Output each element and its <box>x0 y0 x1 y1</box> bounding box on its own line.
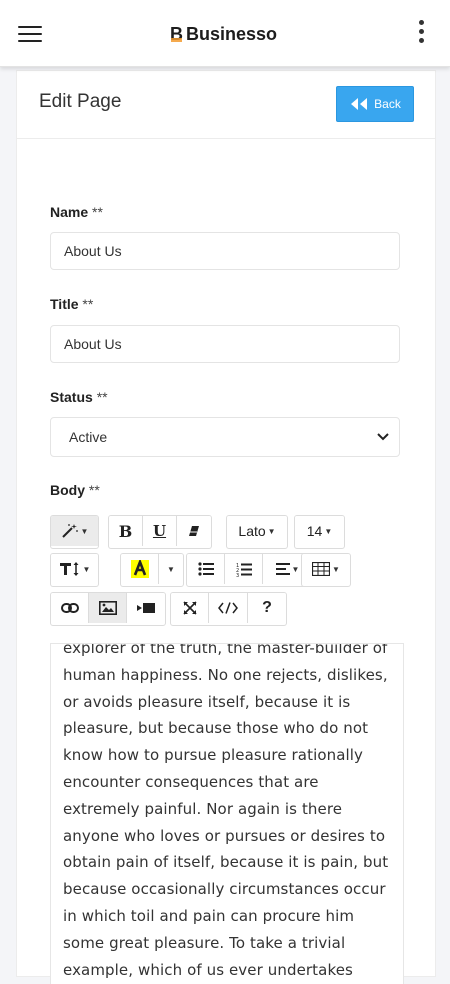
toolbar-format-group: B U <box>108 515 212 549</box>
double-chevron-left-icon <box>351 98 368 110</box>
insert-image-button[interactable] <box>89 593 127 623</box>
toolbar-style-group: ▼ <box>50 515 99 549</box>
bold-button[interactable]: B <box>109 516 143 546</box>
underline-button[interactable]: U <box>143 516 177 546</box>
top-navbar: B Businesso <box>0 0 450 67</box>
kebab-icon[interactable] <box>417 20 425 44</box>
toolbar-font-family-group: Lato ▼ <box>226 515 288 549</box>
body-label: Body ** <box>50 482 100 498</box>
link-icon <box>60 603 79 613</box>
insert-link-button[interactable] <box>51 593 89 623</box>
magic-wand-button[interactable]: ▼ <box>51 516 98 546</box>
code-icon <box>218 602 238 614</box>
text-height-button[interactable]: ▼ <box>51 554 98 584</box>
hamburger-icon[interactable] <box>18 24 42 44</box>
toolbar-view-group: ? <box>170 592 287 626</box>
status-label: Status ** <box>50 389 108 405</box>
card-header: Edit Page Back <box>17 71 435 139</box>
code-view-button[interactable] <box>209 593 248 623</box>
title-input-value: About Us <box>64 336 122 352</box>
title-input[interactable]: About Us <box>50 325 400 363</box>
status-select-value: Active <box>69 429 108 445</box>
edit-page-card: Edit Page Back Name ** About Us Title **… <box>16 70 436 984</box>
toolbar-insert-group <box>50 592 166 626</box>
font-size-value: 14 <box>306 523 323 539</box>
back-button-label: Back <box>374 97 401 111</box>
fullscreen-icon <box>182 601 197 615</box>
text-height-icon <box>59 562 79 576</box>
font-family-dropdown[interactable]: Lato ▼ <box>227 516 287 546</box>
toolbar-table-group: ▼ <box>301 553 351 587</box>
chevron-down-icon <box>377 433 389 441</box>
unordered-list-button[interactable] <box>187 554 225 584</box>
page-title: Edit Page <box>39 91 122 112</box>
image-icon <box>98 601 117 615</box>
name-input[interactable]: About Us <box>50 232 400 270</box>
bold-icon: B <box>118 521 133 541</box>
title-label: Title ** <box>50 296 94 312</box>
brand-logo[interactable]: B Businesso <box>170 22 277 46</box>
eraser-icon <box>189 526 199 536</box>
unordered-list-icon <box>197 562 214 576</box>
video-icon <box>137 603 155 613</box>
font-size-dropdown[interactable]: 14 ▼ <box>295 516 344 546</box>
table-dropdown[interactable]: ▼ <box>302 554 350 584</box>
editor-content[interactable]: explorer of the truth, the master-builde… <box>63 644 393 983</box>
ordered-list-button[interactable]: 1 2 3 <box>225 554 263 584</box>
toolbar-color-group: ▼ <box>120 553 184 587</box>
highlight-color-icon <box>130 560 149 578</box>
font-family-value: Lato <box>238 523 266 539</box>
rich-text-editor[interactable]: explorer of the truth, the master-builde… <box>50 643 404 984</box>
name-input-value: About Us <box>64 243 122 259</box>
back-button[interactable]: Back <box>336 86 414 122</box>
help-button[interactable]: ? <box>248 593 286 623</box>
eraser-button[interactable] <box>177 516 211 546</box>
highlight-color-button[interactable] <box>121 554 159 584</box>
name-label: Name ** <box>50 204 103 220</box>
ordered-list-icon: 1 2 3 <box>236 563 252 577</box>
align-left-icon <box>275 563 290 575</box>
insert-video-button[interactable] <box>127 593 165 623</box>
table-icon <box>312 562 331 576</box>
toolbar-font-size-group: 14 ▼ <box>294 515 345 549</box>
toolbar-list-group: 1 2 3 ▼ <box>186 553 313 587</box>
brand-name: Businesso <box>186 23 278 44</box>
toolbar-height-group: ▼ <box>50 553 99 587</box>
status-select[interactable]: Active <box>50 417 400 457</box>
color-dropdown-button[interactable]: ▼ <box>159 554 183 584</box>
fullscreen-button[interactable] <box>171 593 209 623</box>
brand-mark: B <box>170 23 183 44</box>
magic-wand-icon <box>61 524 78 538</box>
underline-icon: U <box>152 522 167 540</box>
help-icon: ? <box>262 599 272 616</box>
svg-text:3: 3 <box>236 573 239 577</box>
